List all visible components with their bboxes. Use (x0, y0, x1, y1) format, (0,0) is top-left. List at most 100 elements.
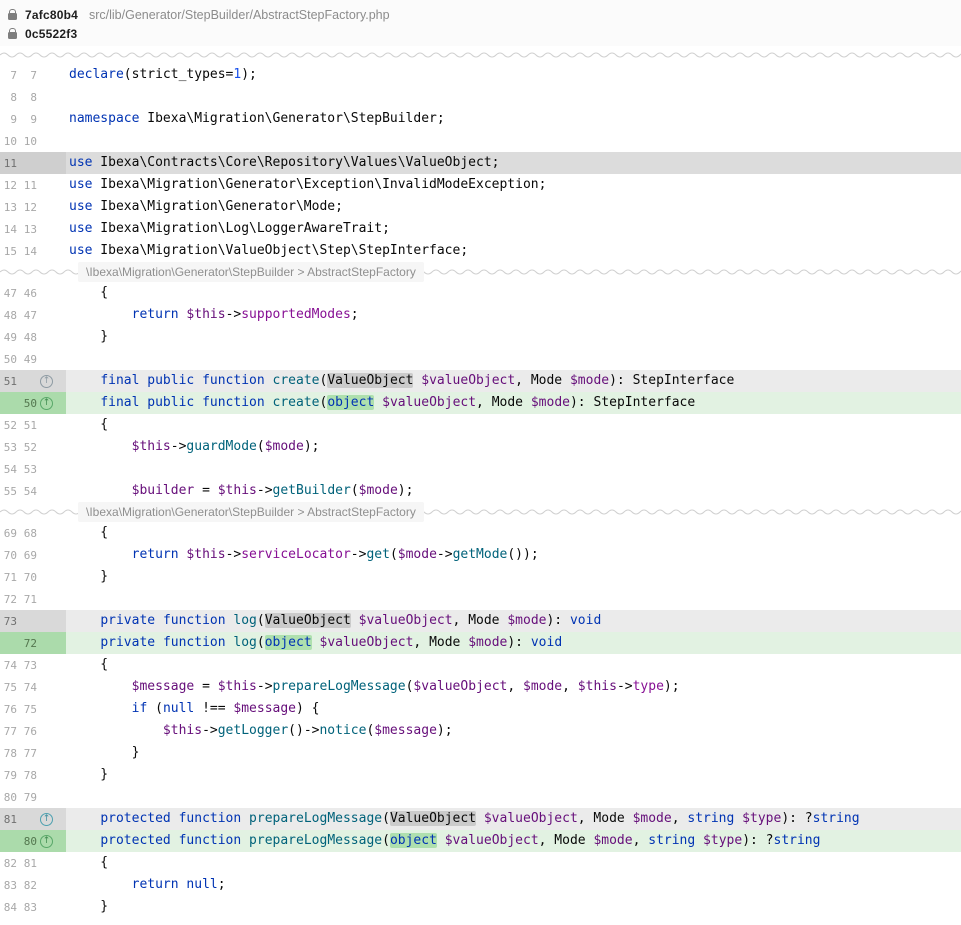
gutter: 7170 (0, 566, 66, 588)
code-text[interactable] (66, 348, 961, 370)
code-line[interactable]: 7271 (0, 588, 961, 610)
folded-region-separator[interactable] (0, 46, 961, 64)
code-text[interactable]: { (66, 852, 961, 874)
code-text[interactable]: { (66, 522, 961, 544)
gutter: 8382 (0, 874, 66, 896)
code-line[interactable]: 1312use Ibexa\Migration\Generator\Mode; (0, 196, 961, 218)
gutter: 7574 (0, 676, 66, 698)
folded-region-breadcrumb[interactable]: \Ibexa\Migration\Generator\StepBuilder >… (78, 502, 424, 522)
gutter: 4948 (0, 326, 66, 348)
code-text[interactable]: use Ibexa\Migration\Log\LoggerAwareTrait… (66, 218, 961, 240)
new-line-number: 12 (20, 201, 37, 214)
code-text[interactable]: $this->guardMode($mode); (66, 436, 961, 458)
changed-line-after[interactable]: 72 private function log(object $valueObj… (0, 632, 961, 654)
overridden-method-icon[interactable]: ↑ (40, 835, 53, 848)
code-line[interactable]: 7776 $this->getLogger()->notice($message… (0, 720, 961, 742)
code-line[interactable]: 1010 (0, 130, 961, 152)
new-line-number: 72 (20, 637, 37, 650)
code-line[interactable]: 7675 if (null !== $message) { (0, 698, 961, 720)
code-text[interactable]: return $this->serviceLocator->get($mode-… (66, 544, 961, 566)
code-line[interactable]: 1413use Ibexa\Migration\Log\LoggerAwareT… (0, 218, 961, 240)
changed-line-before[interactable]: 51↑ final public function create(ValueOb… (0, 370, 961, 392)
code-text[interactable]: { (66, 654, 961, 676)
old-line-number: 76 (0, 703, 17, 716)
deleted-line[interactable]: 11 use Ibexa\Contracts\Core\Repository\Va… (0, 152, 961, 174)
code-line[interactable]: 88 (0, 86, 961, 108)
code-text[interactable]: return null; (66, 874, 961, 896)
code-line[interactable]: 8483 } (0, 896, 961, 918)
code-text[interactable]: if (null !== $message) { (66, 698, 961, 720)
code-text[interactable]: final public function create(object $val… (66, 392, 961, 414)
code-line[interactable]: 8382 return null; (0, 874, 961, 896)
code-line[interactable]: 4948 } (0, 326, 961, 348)
code-line[interactable]: 7574 $message = $this->prepareLogMessage… (0, 676, 961, 698)
code-line[interactable]: 5453 (0, 458, 961, 480)
changed-line-after[interactable]: 50↑ final public function create(object … (0, 392, 961, 414)
gutter: 1514 (0, 240, 66, 262)
overriding-method-icon[interactable]: ↑ (40, 397, 53, 410)
code-text[interactable]: use Ibexa\Contracts\Core\Repository\Valu… (66, 152, 961, 174)
code-text[interactable]: } (66, 566, 961, 588)
old-line-number: 70 (0, 549, 17, 562)
folded-region-separator[interactable]: \Ibexa\Migration\Generator\StepBuilder >… (0, 262, 961, 282)
code-text[interactable]: $builder = $this->getBuilder($mode); (66, 480, 961, 502)
changed-line-before[interactable]: 81↑ protected function prepareLogMessage… (0, 808, 961, 830)
code-line[interactable]: 7170 } (0, 566, 961, 588)
code-text[interactable] (66, 458, 961, 480)
overriding-method-icon[interactable]: ↑ (40, 375, 53, 388)
code-line[interactable]: 6968 { (0, 522, 961, 544)
code-line[interactable]: 5352 $this->guardMode($mode); (0, 436, 961, 458)
code-text[interactable]: namespace Ibexa\Migration\Generator\Step… (66, 108, 961, 130)
changed-line-before[interactable]: 73 private function log(ValueObject $val… (0, 610, 961, 632)
code-line[interactable]: 8079 (0, 786, 961, 808)
changed-line-after[interactable]: 80↑ protected function prepareLogMessage… (0, 830, 961, 852)
code-text[interactable]: } (66, 896, 961, 918)
code-text[interactable]: private function log(object $valueObject… (66, 632, 961, 654)
folded-region-separator[interactable]: \Ibexa\Migration\Generator\StepBuilder >… (0, 502, 961, 522)
code-line[interactable]: 77declare(strict_types=1); (0, 64, 961, 86)
code-text[interactable]: protected function prepareLogMessage(obj… (66, 830, 961, 852)
old-line-number: 77 (0, 725, 17, 738)
code-text[interactable] (66, 86, 961, 108)
new-line-number: 75 (20, 703, 37, 716)
folded-region-breadcrumb[interactable]: \Ibexa\Migration\Generator\StepBuilder >… (78, 262, 424, 282)
code-text[interactable]: } (66, 742, 961, 764)
code-line[interactable]: 7473 { (0, 654, 961, 676)
code-text[interactable]: $message = $this->prepareLogMessage($val… (66, 676, 961, 698)
code-line[interactable]: 1211use Ibexa\Migration\Generator\Except… (0, 174, 961, 196)
diff-viewer-window: 7afc80b4 src/lib/Generator/StepBuilder/A… (0, 0, 961, 925)
code-line[interactable]: 7877 } (0, 742, 961, 764)
code-text[interactable]: { (66, 414, 961, 436)
code-line[interactable]: 8281 { (0, 852, 961, 874)
code-text[interactable]: $this->getLogger()->notice($message); (66, 720, 961, 742)
code-line[interactable]: 1514use Ibexa\Migration\ValueObject\Step… (0, 240, 961, 262)
code-text[interactable]: { (66, 282, 961, 304)
overridden-method-icon[interactable]: ↑ (40, 813, 53, 826)
code-line[interactable]: 7069 return $this->serviceLocator->get($… (0, 544, 961, 566)
code-text[interactable]: protected function prepareLogMessage(Val… (66, 808, 961, 830)
gutter: 51↑ (0, 370, 66, 392)
new-line-number: 11 (20, 179, 37, 192)
code-text[interactable]: use Ibexa\Migration\Generator\Mode; (66, 196, 961, 218)
code-line[interactable]: 5251 { (0, 414, 961, 436)
code-text[interactable] (66, 588, 961, 610)
code-text[interactable]: use Ibexa\Migration\ValueObject\Step\Ste… (66, 240, 961, 262)
old-line-number: 11 (0, 157, 17, 170)
code-line[interactable]: 7978 } (0, 764, 961, 786)
code-line[interactable]: 5049 (0, 348, 961, 370)
gutter: 5554 (0, 480, 66, 502)
code-text[interactable]: private function log(ValueObject $valueO… (66, 610, 961, 632)
code-text[interactable]: } (66, 326, 961, 348)
code-text[interactable] (66, 786, 961, 808)
code-text[interactable]: } (66, 764, 961, 786)
code-line[interactable]: 5554 $builder = $this->getBuilder($mode)… (0, 480, 961, 502)
diff-editor[interactable]: 77declare(strict_types=1);8899namespace … (0, 46, 961, 918)
code-text[interactable]: use Ibexa\Migration\Generator\Exception\… (66, 174, 961, 196)
code-text[interactable]: declare(strict_types=1); (66, 64, 961, 86)
code-text[interactable] (66, 130, 961, 152)
code-text[interactable]: return $this->supportedModes; (66, 304, 961, 326)
code-line[interactable]: 99namespace Ibexa\Migration\Generator\St… (0, 108, 961, 130)
code-text[interactable]: final public function create(ValueObject… (66, 370, 961, 392)
code-line[interactable]: 4847 return $this->supportedModes; (0, 304, 961, 326)
code-line[interactable]: 4746 { (0, 282, 961, 304)
